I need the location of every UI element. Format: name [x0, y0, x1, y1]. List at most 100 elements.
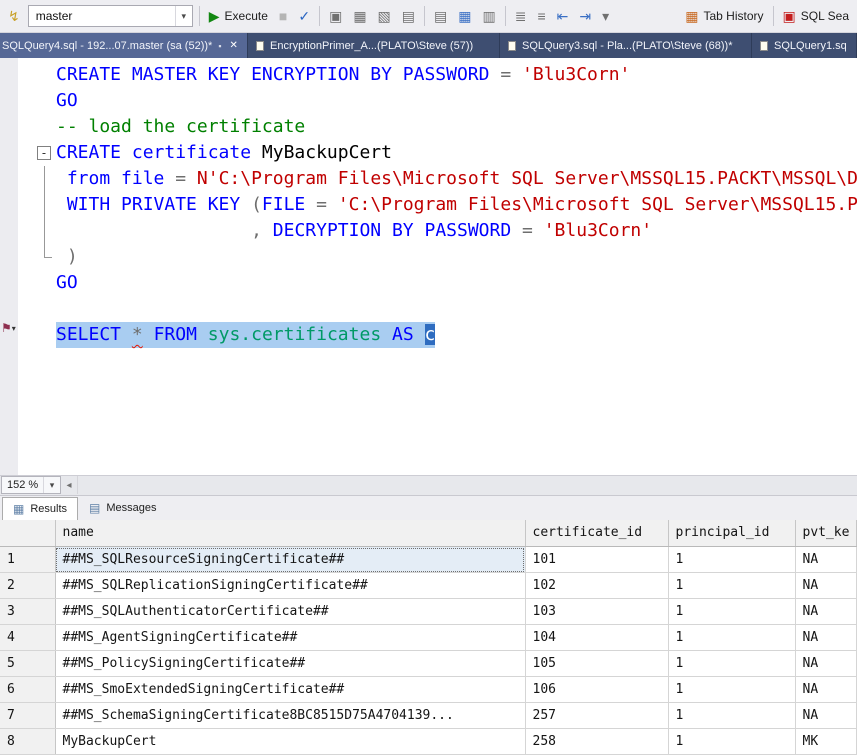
horizontal-scrollbar[interactable]: [78, 476, 857, 494]
code-line[interactable]: WITH PRIVATE KEY (FILE = 'C:\Program Fil…: [18, 192, 857, 218]
row-number[interactable]: 7: [0, 703, 55, 729]
grid-cell[interactable]: NA: [795, 651, 857, 677]
grid-cell[interactable]: MK: [795, 729, 857, 755]
sql-editor[interactable]: ⚑▾ CREATE MASTER KEY ENCRYPTION BY PASSW…: [0, 58, 857, 475]
cancel-query-button[interactable]: ■: [274, 3, 292, 29]
results-tab[interactable]: ▦Results: [2, 497, 78, 520]
grid-cell[interactable]: 1: [668, 651, 795, 677]
grid-cell[interactable]: 1: [668, 703, 795, 729]
close-icon[interactable]: ✕: [228, 40, 238, 51]
code-area[interactable]: CREATE MASTER KEY ENCRYPTION BY PASSWORD…: [18, 58, 857, 475]
grid-cell[interactable]: NA: [795, 625, 857, 651]
tab-sqlquery4[interactable]: SQLQuery4.sql - 192...07.master (sa (52)…: [0, 33, 248, 58]
code-line[interactable]: GO: [18, 88, 857, 114]
table-row: 8MyBackupCert2581MK: [0, 729, 857, 755]
grid-cell[interactable]: ##MS_SmoExtendedSigningCertificate##: [55, 677, 525, 703]
results-to-file-button[interactable]: ▥: [477, 3, 500, 29]
column-header-certificate_id[interactable]: certificate_id: [525, 520, 668, 547]
code-line[interactable]: , DECRYPTION BY PASSWORD = 'Blu3Corn': [18, 218, 857, 244]
tab-sqlquery1[interactable]: SQLQuery1.sq: [752, 33, 857, 58]
connection-button[interactable]: ↯: [3, 3, 25, 29]
grid-cell[interactable]: ##MS_SQLAuthenticatorCertificate##: [55, 599, 525, 625]
grid-cell[interactable]: 1: [668, 599, 795, 625]
database-combo[interactable]: master▾: [28, 5, 193, 27]
column-header-principal_id[interactable]: principal_id: [668, 520, 795, 547]
zoom-select[interactable]: 152 % ▾: [1, 476, 61, 494]
results-grid-icon: ▦: [458, 9, 471, 23]
grid-cell[interactable]: 105: [525, 651, 668, 677]
code-line[interactable]: -- load the certificate: [18, 114, 857, 140]
grid-cell[interactable]: ##MS_PolicySigningCertificate##: [55, 651, 525, 677]
parse-button[interactable]: ✓: [293, 3, 315, 29]
grid-cell[interactable]: NA: [795, 599, 857, 625]
grid-cell[interactable]: 1: [668, 729, 795, 755]
grid-cell[interactable]: ##MS_SQLResourceSigningCertificate##: [55, 547, 525, 573]
grid-cell[interactable]: 103: [525, 599, 668, 625]
chevron-down-icon[interactable]: ▾: [43, 477, 60, 493]
toolbar-separator: [319, 6, 320, 26]
comment-button[interactable]: ≣: [510, 3, 532, 29]
grid-cell[interactable]: NA: [795, 677, 857, 703]
row-number[interactable]: 3: [0, 599, 55, 625]
estimated-plan-button[interactable]: ▧: [373, 3, 396, 29]
chevron-down-icon[interactable]: ▾: [12, 324, 16, 333]
grid-cell[interactable]: NA: [795, 547, 857, 573]
column-header-name[interactable]: name: [55, 520, 525, 547]
outdent-button[interactable]: ⇤: [552, 3, 574, 29]
results-grid[interactable]: namecertificate_idprincipal_idpvt_ke1##M…: [0, 520, 857, 755]
grid-cell[interactable]: 258: [525, 729, 668, 755]
grid-cell[interactable]: 1: [668, 547, 795, 573]
tab-history-button[interactable]: ▦Tab History: [680, 3, 768, 29]
row-number[interactable]: 8: [0, 729, 55, 755]
messages-tab[interactable]: ▤Messages: [78, 497, 167, 520]
code-line[interactable]: GO: [18, 270, 857, 296]
hscroll-left-button[interactable]: ◂: [61, 476, 78, 494]
indent-button[interactable]: ⇥: [574, 3, 596, 29]
grid-cell[interactable]: NA: [795, 573, 857, 599]
execute-button[interactable]: ▶Execute: [204, 3, 273, 29]
row-number[interactable]: 4: [0, 625, 55, 651]
results-to-text-button[interactable]: ▤: [429, 3, 452, 29]
grid-cell[interactable]: 106: [525, 677, 668, 703]
code-line[interactable]: -CREATE certificate MyBackupCert: [18, 140, 857, 166]
code-line[interactable]: SELECT * FROM sys.certificates AS c: [18, 322, 857, 348]
row-number[interactable]: 5: [0, 651, 55, 677]
row-number[interactable]: 6: [0, 677, 55, 703]
code-gutter: [18, 192, 56, 218]
code-line[interactable]: ): [18, 244, 857, 270]
grid-cell[interactable]: 1: [668, 625, 795, 651]
grid-cell[interactable]: 101: [525, 547, 668, 573]
sqlcmd-mode-button[interactable]: ▣: [324, 3, 347, 29]
tab-sqlquery3[interactable]: SQLQuery3.sql - Pla...(PLATO\Steve (68))…: [500, 33, 752, 58]
grid-cell[interactable]: ##MS_SchemaSigningCertificate8BC8515D75A…: [55, 703, 525, 729]
grid-cell[interactable]: 1: [668, 573, 795, 599]
grid-cell[interactable]: ##MS_AgentSigningCertificate##: [55, 625, 525, 651]
code-line[interactable]: CREATE MASTER KEY ENCRYPTION BY PASSWORD…: [18, 62, 857, 88]
grid-cell[interactable]: 257: [525, 703, 668, 729]
grid-corner-cell[interactable]: [0, 520, 55, 547]
chevron-down-icon[interactable]: ▾: [175, 6, 192, 26]
code-line[interactable]: from file = N'C:\Program Files\Microsoft…: [18, 166, 857, 192]
grid-cell[interactable]: MyBackupCert: [55, 729, 525, 755]
margin-flag[interactable]: ⚑▾: [1, 321, 16, 335]
row-number[interactable]: 2: [0, 573, 55, 599]
grid-cell[interactable]: ##MS_SQLReplicationSigningCertificate##: [55, 573, 525, 599]
grid-cell[interactable]: 104: [525, 625, 668, 651]
specify-values-button[interactable]: ▦: [348, 3, 371, 29]
column-header-pvt_ke[interactable]: pvt_ke: [795, 520, 857, 547]
grid-cell[interactable]: 102: [525, 573, 668, 599]
results-to-grid-button[interactable]: ▦: [453, 3, 476, 29]
query-options-button[interactable]: ▤: [397, 3, 420, 29]
code-gutter: [18, 62, 56, 88]
row-number[interactable]: 1: [0, 547, 55, 573]
grid-cell[interactable]: NA: [795, 703, 857, 729]
fold-collapse-icon[interactable]: -: [37, 146, 51, 160]
code-line[interactable]: [18, 296, 857, 322]
tab-encryptionprimer[interactable]: EncryptionPrimer_A...(PLATO\Steve (57)): [248, 33, 500, 58]
toolbar-options-button[interactable]: ▾: [597, 3, 614, 29]
pin-icon[interactable]: ▪: [218, 41, 221, 51]
grid-cell[interactable]: 1: [668, 677, 795, 703]
template-values-icon: ▦: [353, 9, 366, 23]
sql-search-button[interactable]: ▣SQL Sea: [778, 3, 855, 29]
uncomment-button[interactable]: ≡: [532, 3, 550, 29]
